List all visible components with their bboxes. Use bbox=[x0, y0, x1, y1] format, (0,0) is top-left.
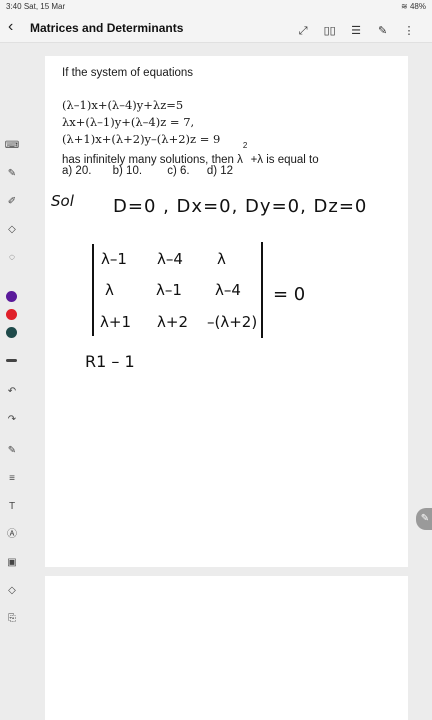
m31: λ+1 bbox=[100, 313, 131, 331]
shapes-icon[interactable]: ◇ bbox=[4, 583, 20, 599]
m23: λ–4 bbox=[215, 281, 241, 299]
stroke-width[interactable] bbox=[6, 359, 17, 362]
highlighter-icon[interactable]: ✐ bbox=[4, 194, 20, 210]
more-icon[interactable]: ⋮ bbox=[398, 24, 420, 37]
conditions: D=0 , Dx=0, Dy=0, Dz=0 bbox=[113, 196, 368, 217]
edit-icon[interactable]: ✎ bbox=[416, 508, 432, 530]
page-title: Matrices and Determinants bbox=[30, 21, 184, 35]
m11: λ–1 bbox=[101, 250, 127, 268]
attachment-icon[interactable]: ⎘ bbox=[4, 611, 20, 627]
option-a: a) 20. bbox=[62, 165, 92, 177]
m32: λ+2 bbox=[157, 313, 188, 331]
app-bar: ‹ Matrices and Determinants ⤢ ▯▯ ☰ ✎ ⋮ bbox=[0, 14, 432, 43]
m21: λ bbox=[105, 281, 114, 299]
keyboard-icon[interactable]: ⌨ bbox=[4, 138, 20, 154]
option-b: b) 10. bbox=[112, 165, 143, 177]
option-c: c) 6. bbox=[167, 165, 190, 177]
equation-1: (λ–1)x+(λ–4)y+λz=5 bbox=[62, 98, 184, 112]
back-icon[interactable]: ‹ bbox=[8, 18, 13, 36]
text-icon[interactable]: T bbox=[4, 499, 20, 515]
equals-zero: = 0 bbox=[273, 284, 306, 305]
redo-icon[interactable]: ↷ bbox=[4, 412, 20, 428]
m33: –(λ+2) bbox=[207, 313, 258, 331]
fill-icon[interactable]: ✎ bbox=[4, 443, 20, 459]
text-format-icon[interactable]: ≡ bbox=[4, 471, 20, 487]
book-icon[interactable]: ▯▯ bbox=[319, 24, 341, 37]
equation-2: λx+(λ–1)y+(λ–4)z = 7, bbox=[62, 115, 195, 129]
status-time: 3:40 Sat, 15 Mar bbox=[6, 2, 66, 11]
image-icon[interactable]: ▣ bbox=[4, 555, 20, 571]
pen-tool-icon[interactable]: ✎ bbox=[4, 166, 20, 182]
m22: λ–1 bbox=[156, 281, 182, 299]
status-bar: 3:40 Sat, 15 Mar ≋ 48% bbox=[0, 0, 432, 14]
sol-label: Sol bbox=[51, 192, 74, 210]
expand-icon[interactable]: ⤢ bbox=[292, 25, 314, 38]
color-teal[interactable] bbox=[6, 327, 17, 338]
m12: λ–4 bbox=[157, 250, 183, 268]
lasso-icon[interactable]: ◌ bbox=[4, 250, 20, 266]
wifi-icon: ≋ bbox=[401, 2, 408, 11]
matrix-bar-right bbox=[261, 242, 263, 338]
options-row: a) 20. b) 10. c) 6. d) 12 bbox=[62, 165, 392, 178]
option-d: d) 12 bbox=[206, 165, 234, 177]
eraser-icon[interactable]: ◇ bbox=[4, 222, 20, 238]
note-page[interactable]: If the system of equations (λ–1)x+(λ–4)y… bbox=[45, 56, 408, 567]
equation-3: (λ+1)x+(λ+2)y–(λ+2)z = 9 bbox=[62, 132, 221, 146]
menu-list-icon[interactable]: ☰ bbox=[345, 24, 367, 37]
color-red[interactable] bbox=[6, 309, 17, 320]
step-r1: R1 – 1 bbox=[85, 352, 135, 371]
battery-indicator: ≋ 48% bbox=[401, 2, 426, 11]
question-intro: If the system of equations bbox=[62, 67, 194, 79]
matrix-bar-left bbox=[92, 244, 94, 336]
math-icon[interactable]: Ⓐ bbox=[4, 527, 20, 543]
note-page-2[interactable] bbox=[45, 576, 408, 720]
pen-icon[interactable]: ✎ bbox=[372, 24, 394, 37]
m13: λ bbox=[217, 250, 226, 268]
color-purple[interactable] bbox=[6, 291, 17, 302]
undo-icon[interactable]: ↶ bbox=[4, 384, 20, 400]
